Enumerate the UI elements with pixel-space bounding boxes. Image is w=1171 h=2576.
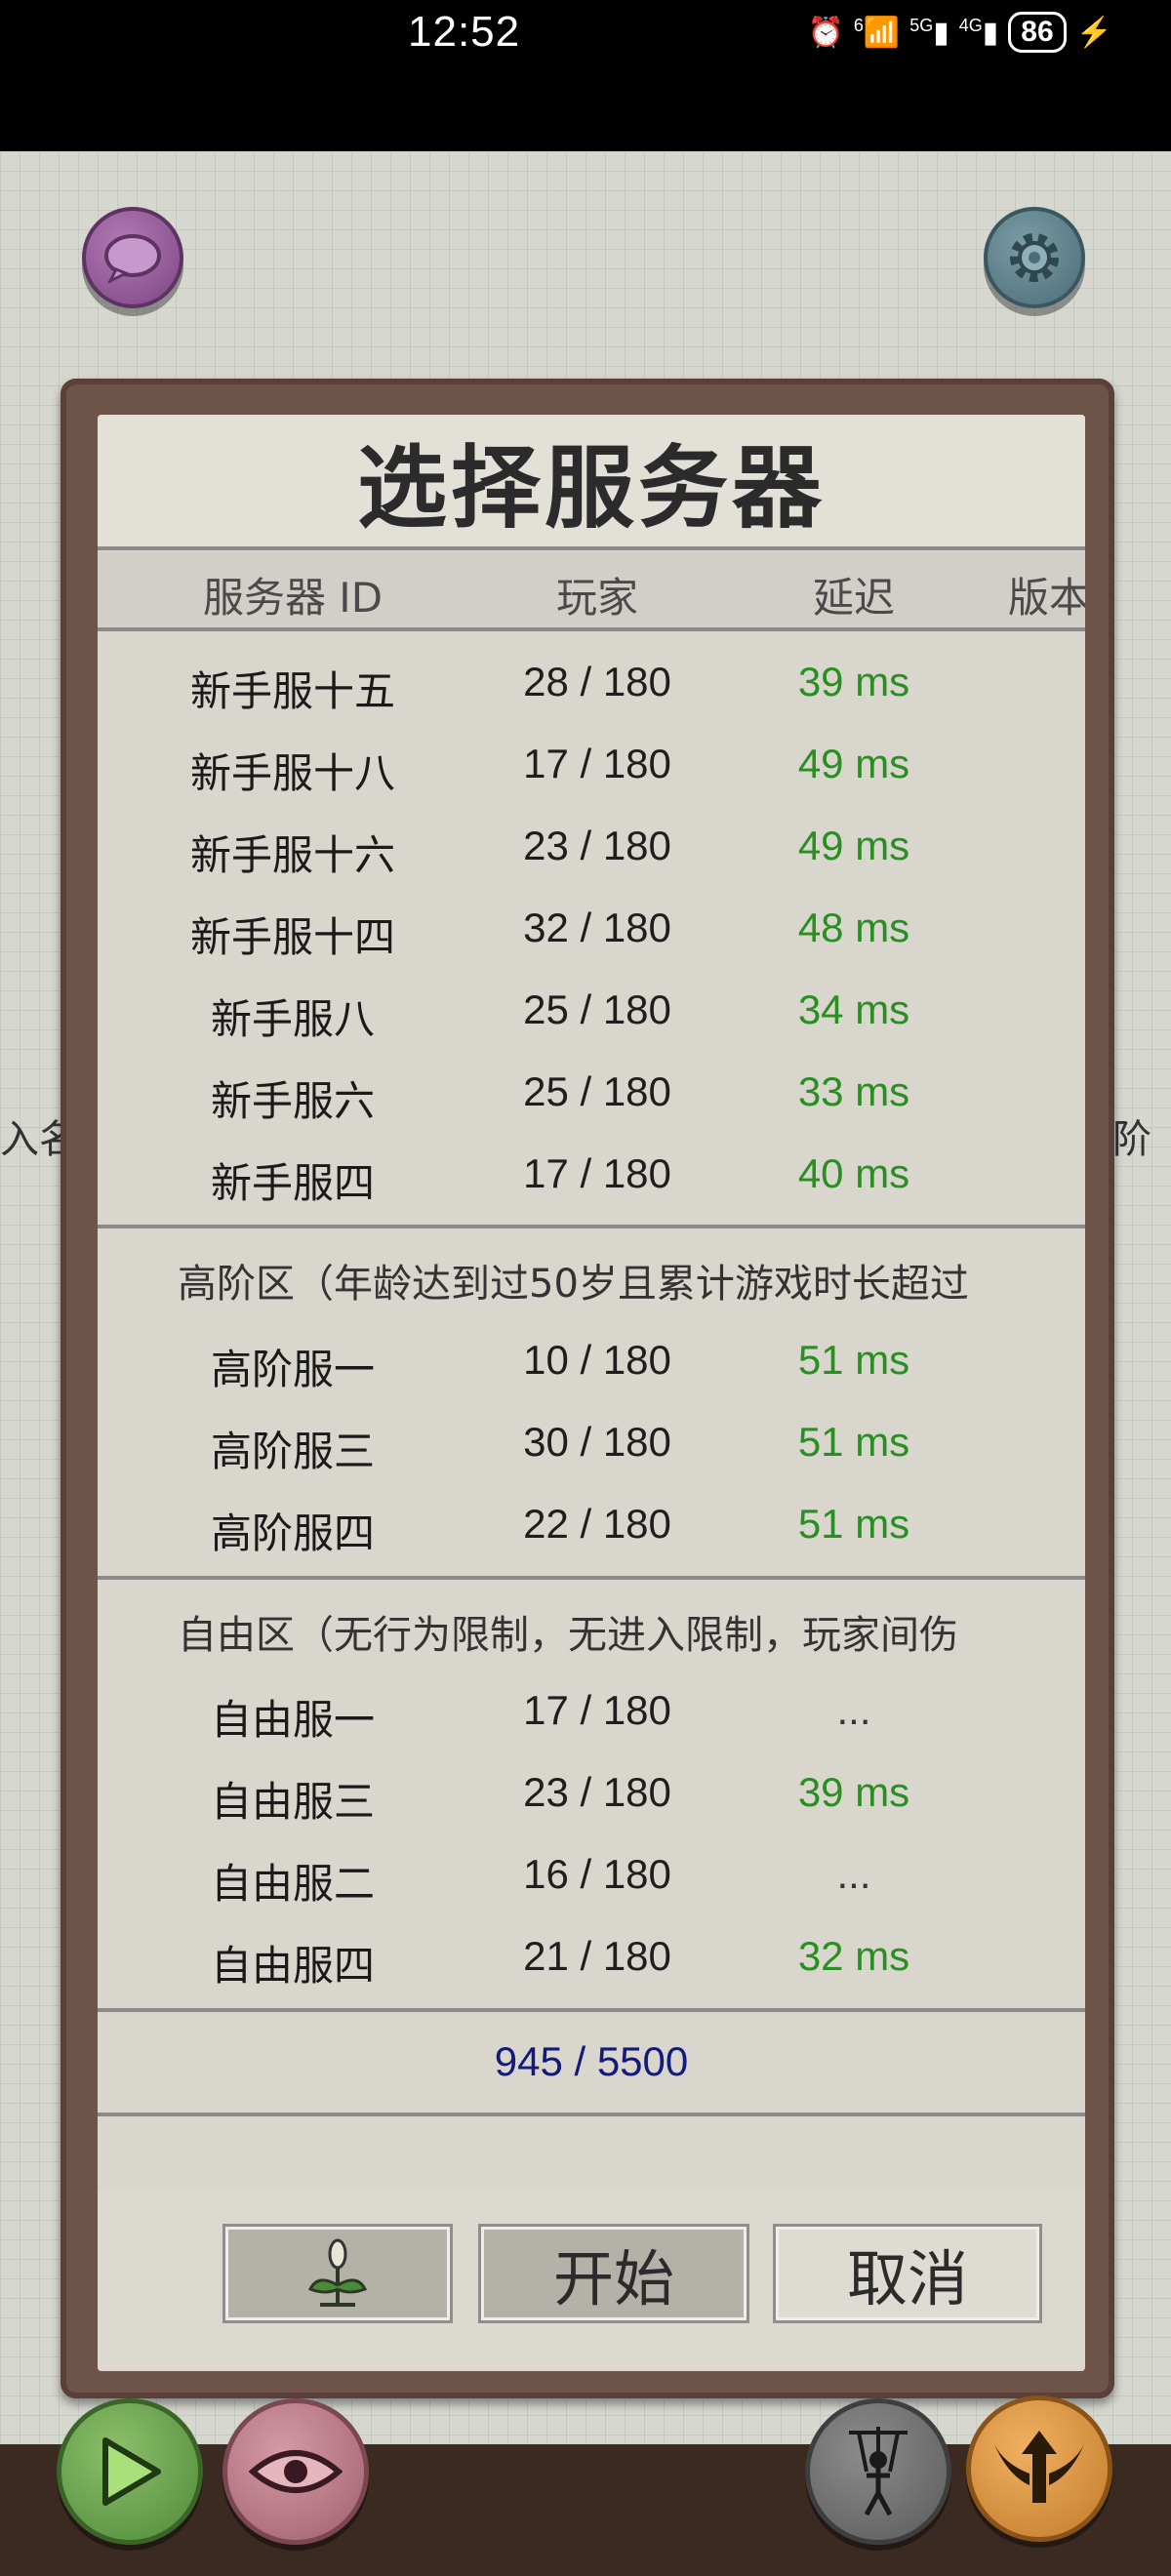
alarm-icon: ⏰ (807, 16, 844, 49)
server-name: 高阶服一 (210, 1346, 376, 1393)
server-name: 自由服三 (210, 1778, 376, 1826)
dialog-title: 选择服务器 (98, 415, 1085, 546)
server-ping: 51 ms (797, 1501, 910, 1547)
server-name: 自由服一 (210, 1696, 376, 1744)
server-ping: 32 ms (797, 1933, 910, 1979)
battery-indicator: 86 (1008, 12, 1067, 53)
divider (98, 1225, 1085, 1228)
background-right-text: 阶 (1112, 1117, 1151, 1162)
chat-button[interactable] (82, 207, 183, 308)
signal-5g-icon: 5G▮ (909, 15, 949, 49)
cancel-button[interactable]: 取消 (773, 2224, 1042, 2323)
server-players: 21 / 180 (523, 1933, 671, 1979)
server-players: 28 / 180 (523, 659, 671, 704)
server-ping: 39 ms (797, 1769, 910, 1815)
eye-icon (249, 2450, 343, 2493)
server-name: 高阶服四 (210, 1509, 376, 1557)
section-label-free: 自由区（无行为限制，无进入限制，玩家间伤 (178, 1613, 958, 1658)
play-button[interactable] (57, 2398, 203, 2545)
column-header-row: 服务器 ID 玩家 延迟 版本 (98, 551, 1085, 629)
server-name: 新手服四 (210, 1159, 376, 1207)
server-ping: 34 ms (797, 986, 910, 1032)
server-ping: 49 ms (797, 823, 910, 868)
puppet-icon (849, 2427, 908, 2516)
speech-bubble-icon (104, 234, 161, 283)
server-name: 新手服十六 (189, 831, 396, 879)
server-players: 17 / 180 (523, 741, 671, 786)
header-ping: 延迟 (812, 574, 896, 622)
sprout-icon (307, 2238, 368, 2307)
server-ping: 51 ms (797, 1337, 910, 1383)
server-ping: 39 ms (797, 659, 910, 704)
settings-button[interactable] (984, 207, 1085, 308)
wifi-icon: 6📶 (853, 15, 901, 49)
server-ping: ... (836, 1687, 871, 1733)
divider (98, 546, 1085, 550)
total-players: 945 / 5500 (494, 2038, 689, 2084)
upgrade-button[interactable] (966, 2395, 1112, 2542)
server-players: 22 / 180 (523, 1501, 671, 1547)
server-ping: 51 ms (797, 1419, 910, 1465)
server-name: 新手服十四 (189, 913, 396, 961)
server-name: 新手服十五 (189, 667, 396, 715)
server-ping: ... (836, 1851, 871, 1897)
puppet-button[interactable] (805, 2398, 951, 2545)
server-players: 10 / 180 (523, 1337, 671, 1383)
divider (98, 2113, 1085, 2116)
server-name: 自由服二 (210, 1860, 376, 1908)
charging-icon: ⚡ (1075, 16, 1112, 49)
signal-4g-icon: 4G▮ (958, 15, 999, 49)
header-server-id: 服务器 ID (202, 574, 384, 622)
header-players: 玩家 (555, 574, 639, 622)
header-version: 版本 (1007, 574, 1085, 622)
server-players: 17 / 180 (523, 1687, 671, 1733)
server-name: 新手服八 (210, 995, 376, 1043)
gear-icon (1010, 233, 1059, 282)
server-players: 23 / 180 (523, 1769, 671, 1815)
server-ping: 33 ms (797, 1068, 910, 1114)
section-label-advanced: 高阶区（年龄达到过50岁且累计游戏时长超过 (178, 1262, 969, 1307)
server-name: 新手服六 (210, 1077, 376, 1125)
spectate-button[interactable] (222, 2398, 369, 2545)
server-name: 新手服十八 (189, 749, 396, 797)
play-icon (102, 2437, 161, 2506)
divider (98, 627, 1085, 631)
server-players: 30 / 180 (523, 1419, 671, 1465)
divider (98, 2008, 1085, 2012)
server-players: 32 / 180 (523, 905, 671, 950)
server-select-dialog: 选择服务器 服务器 ID 玩家 延迟 版本 新手服十五 28 / 180 39 … (98, 415, 1085, 2371)
server-name: 自由服四 (210, 1942, 376, 1990)
server-ping: 40 ms (797, 1150, 910, 1196)
server-players: 16 / 180 (523, 1851, 671, 1897)
server-players: 25 / 180 (523, 1068, 671, 1114)
server-ping: 49 ms (797, 741, 910, 786)
server-players: 17 / 180 (523, 1150, 671, 1196)
server-players: 23 / 180 (523, 823, 671, 868)
status-bar: 12:52 ⏰ 6📶 5G▮ 4G▮ 86 ⚡ (0, 0, 1171, 151)
divider (98, 1576, 1085, 1580)
status-time: 12:52 (408, 8, 521, 56)
server-name: 高阶服三 (210, 1428, 376, 1475)
server-ping: 48 ms (797, 905, 910, 950)
start-button[interactable]: 开始 (478, 2224, 749, 2323)
winged-arrow-icon (994, 2431, 1084, 2503)
status-icons: ⏰ 6📶 5G▮ 4G▮ 86 ⚡ (807, 12, 1112, 53)
sprout-button[interactable] (222, 2224, 453, 2323)
server-players: 25 / 180 (523, 986, 671, 1032)
